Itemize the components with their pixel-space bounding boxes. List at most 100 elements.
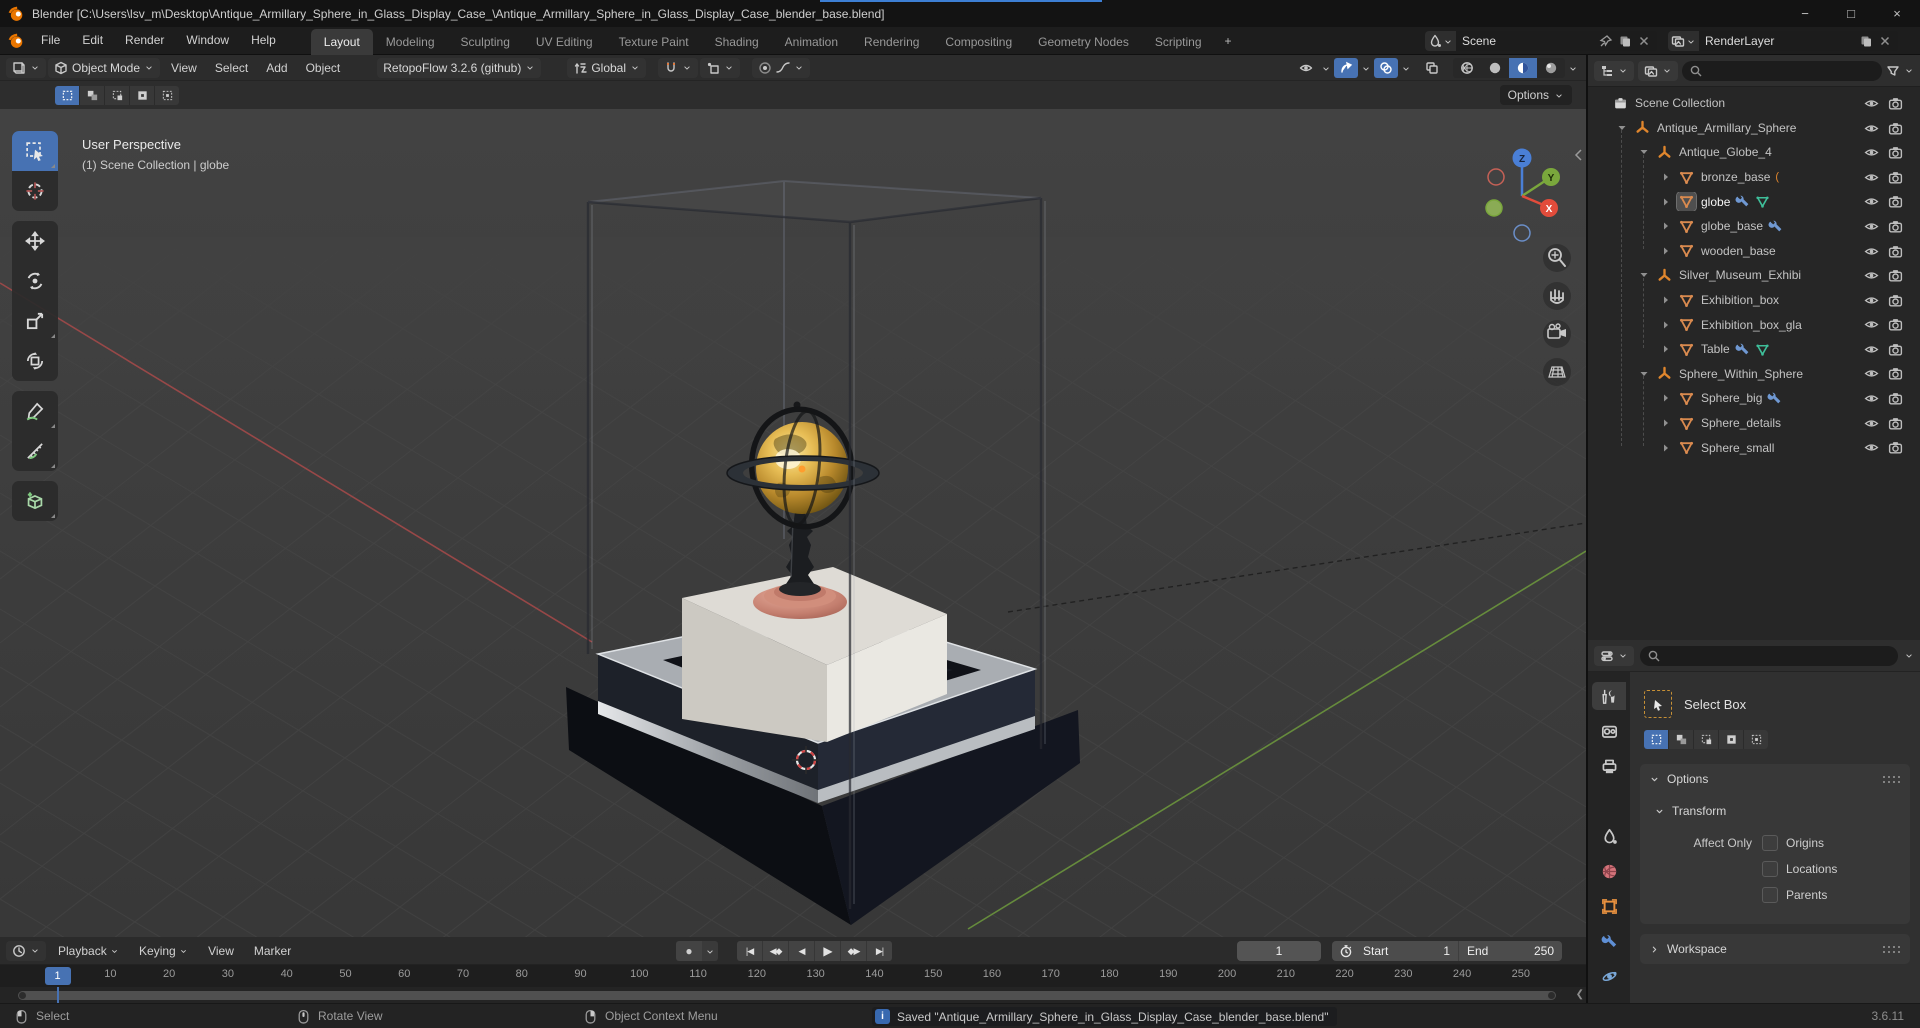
pan-button[interactable]	[1543, 282, 1571, 310]
hide-eye-icon[interactable]	[1864, 317, 1879, 332]
shading-material-button[interactable]	[1509, 58, 1537, 78]
view-layer-selector[interactable]: RenderLayer	[1668, 31, 1898, 51]
minimize-button[interactable]: −	[1782, 0, 1828, 27]
tool-scale[interactable]	[12, 301, 58, 341]
tool-add-cube[interactable]	[12, 481, 58, 521]
chevron-down-icon[interactable]	[1568, 61, 1578, 75]
outliner-row[interactable]: Antique_Armillary_Sphere	[1588, 116, 1920, 141]
mode-dropdown[interactable]: Object Mode	[48, 57, 161, 78]
auto-key-dropdown[interactable]	[702, 941, 718, 961]
select-mode-1[interactable]	[1668, 730, 1693, 749]
select-mode-4[interactable]	[154, 86, 179, 105]
render-camera-icon[interactable]	[1888, 440, 1903, 455]
snap-toggle[interactable]	[658, 57, 699, 78]
properties-tab-modifiers[interactable]	[1592, 927, 1626, 955]
timeline-collapse-arrow[interactable]: ❮	[1576, 989, 1584, 1000]
view-layer-name[interactable]: RenderLayer	[1705, 34, 1854, 48]
expander-icon[interactable]	[1638, 369, 1650, 379]
chevron-down-icon[interactable]	[1321, 61, 1331, 75]
chevron-down-icon[interactable]	[1686, 34, 1696, 48]
tab-geometry-nodes[interactable]: Geometry Nodes	[1025, 29, 1142, 55]
add-workspace-button[interactable]: +	[1215, 28, 1242, 54]
timeline-menu-view[interactable]: View	[198, 944, 244, 958]
hide-eye-icon[interactable]	[1864, 169, 1879, 184]
hide-eye-icon[interactable]	[1864, 96, 1879, 111]
tab-compositing[interactable]: Compositing	[932, 29, 1025, 55]
grip-dots-icon[interactable]	[1883, 942, 1901, 956]
outliner-search-input[interactable]	[1682, 60, 1882, 81]
hide-eye-icon[interactable]	[1864, 391, 1879, 406]
outliner-row[interactable]: Sphere_Within_Sphere	[1588, 362, 1920, 387]
properties-tab-tool[interactable]	[1592, 682, 1626, 710]
expander-icon[interactable]	[1660, 197, 1672, 207]
tab-rendering[interactable]: Rendering	[851, 29, 932, 55]
menu-help[interactable]: Help	[240, 27, 287, 54]
tool-select-box[interactable]	[12, 131, 58, 171]
outliner-row[interactable]: Antique_Globe_4	[1588, 140, 1920, 165]
render-camera-icon[interactable]	[1888, 391, 1903, 406]
expander-icon[interactable]	[1660, 320, 1672, 330]
expander-icon[interactable]	[1660, 246, 1672, 256]
render-camera-icon[interactable]	[1888, 292, 1903, 307]
tool-rotate[interactable]	[12, 261, 58, 301]
outliner-filter-mode[interactable]	[1638, 60, 1678, 81]
select-mode-3[interactable]	[1718, 730, 1743, 749]
visibility-dropdown[interactable]	[1294, 58, 1318, 78]
properties-tab-viewlayer[interactable]	[1592, 787, 1626, 815]
viewport-menu-select[interactable]: Select	[206, 61, 257, 75]
current-frame-marker[interactable]: 1	[44, 967, 71, 985]
render-camera-icon[interactable]	[1888, 317, 1903, 332]
maximize-button[interactable]: □	[1828, 0, 1874, 27]
scrollbar-handle[interactable]	[18, 991, 1556, 1000]
outliner-row[interactable]: globe_base	[1588, 214, 1920, 239]
hide-eye-icon[interactable]	[1864, 415, 1879, 430]
outliner-row[interactable]: Sphere_big	[1588, 386, 1920, 411]
close-button[interactable]: ×	[1874, 0, 1920, 27]
expander-icon[interactable]	[1638, 270, 1650, 280]
outliner-row[interactable]: Sphere_details	[1588, 411, 1920, 436]
tab-sculpting[interactable]: Sculpting	[448, 29, 523, 55]
tool-move[interactable]	[12, 221, 58, 261]
expander-icon[interactable]	[1616, 123, 1628, 133]
timeline-menu-marker[interactable]: Marker	[244, 944, 301, 958]
editor-type-button[interactable]	[6, 57, 46, 78]
render-camera-icon[interactable]	[1888, 145, 1903, 160]
tool-transform[interactable]	[12, 341, 58, 381]
expander-icon[interactable]	[1638, 147, 1650, 157]
select-mode-1[interactable]	[79, 86, 104, 105]
hide-eye-icon[interactable]	[1864, 243, 1879, 258]
expander-icon[interactable]	[1660, 295, 1672, 305]
camera-view-button[interactable]	[1543, 320, 1571, 348]
start-frame-field[interactable]: Start 1	[1355, 941, 1458, 961]
auto-key-button[interactable]: ●	[676, 941, 702, 961]
hide-eye-icon[interactable]	[1864, 268, 1879, 283]
tab-texture-paint[interactable]: Texture Paint	[606, 29, 702, 55]
scene-name[interactable]: Scene	[1462, 34, 1594, 48]
scene-canvas[interactable]: Z Y X	[0, 109, 1586, 937]
properties-tab-render[interactable]	[1592, 717, 1626, 745]
hide-eye-icon[interactable]	[1864, 366, 1879, 381]
menu-render[interactable]: Render	[114, 27, 175, 54]
zoom-button[interactable]	[1543, 244, 1571, 272]
viewport-options-button[interactable]: Options	[1499, 85, 1572, 105]
render-camera-icon[interactable]	[1888, 169, 1903, 184]
frame-ruler[interactable]: 1 10 20 30 40 50 60 70 80 90 100 110 120 130 140 150 16…	[0, 965, 1586, 987]
tool-annotate[interactable]	[12, 391, 58, 431]
outliner-row[interactable]: Table	[1588, 337, 1920, 362]
orthographic-toggle-button[interactable]	[1543, 358, 1571, 386]
properties-tab-world[interactable]	[1592, 857, 1626, 885]
prev-keyframe-button[interactable]: ◀◆	[762, 941, 788, 961]
hide-eye-icon[interactable]	[1864, 145, 1879, 160]
chevron-down-icon[interactable]	[1443, 34, 1453, 48]
timeline-menu-keying[interactable]: Keying	[129, 944, 198, 958]
tab-uv-editing[interactable]: UV Editing	[523, 29, 606, 55]
checkbox-locations[interactable]	[1762, 860, 1778, 877]
expander-icon[interactable]	[1660, 418, 1672, 428]
filter-funnel-icon[interactable]	[1886, 63, 1900, 78]
timeline-menu-playback[interactable]: Playback	[48, 944, 129, 958]
blender-menu-logo-icon[interactable]	[8, 33, 24, 49]
outliner-display-mode[interactable]	[1594, 60, 1634, 81]
outliner-root-row[interactable]: Scene Collection	[1588, 91, 1920, 116]
tool-measure[interactable]	[12, 431, 58, 471]
properties-tab-scene[interactable]	[1592, 822, 1626, 850]
